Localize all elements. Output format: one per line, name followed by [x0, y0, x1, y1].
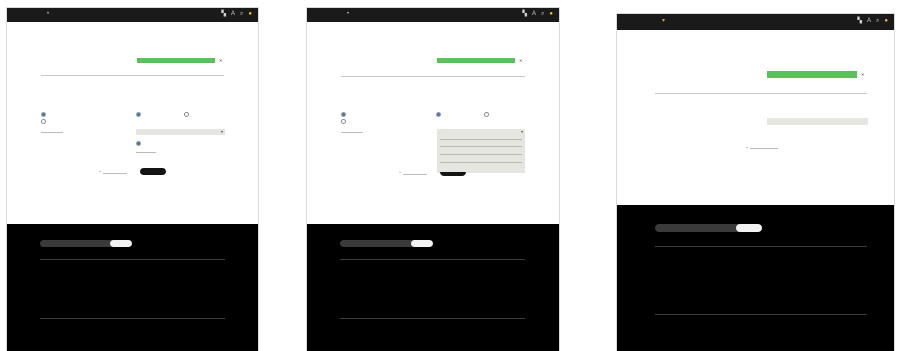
cart-icon[interactable]: ▚: [857, 18, 862, 24]
footer-divider-top: [655, 246, 867, 247]
close-icon[interactable]: ✕: [861, 73, 864, 77]
header-icons: ▚ A ⌕ ●: [221, 11, 252, 17]
selected-option-bar[interactable]: [437, 58, 515, 63]
top-nav-bar: • ▚ A ⌕ ●: [7, 8, 258, 22]
sun-icon[interactable]: ●: [248, 11, 252, 17]
sun-icon[interactable]: ●: [549, 11, 553, 17]
header-icons: ▚ A ⌕ ●: [857, 18, 888, 24]
back-link-underline: [750, 148, 778, 149]
close-icon[interactable]: ✕: [519, 59, 522, 63]
search-icon[interactable]: ⌕: [541, 11, 544, 17]
logo-icon[interactable]: •: [347, 11, 349, 17]
close-icon[interactable]: ✕: [219, 59, 222, 63]
footer-submit-button[interactable]: [411, 240, 433, 247]
logo-icon[interactable]: ▾: [662, 18, 665, 24]
user-icon[interactable]: A: [867, 18, 871, 24]
radio-option-a[interactable]: [436, 112, 441, 117]
footer-divider-bottom: [655, 314, 867, 315]
screen-1: • ▚ A ⌕ ● ✕ ▾ ◂: [7, 8, 258, 351]
back-link[interactable]: ◂: [99, 170, 101, 173]
radio-option-2[interactable]: [341, 119, 346, 124]
sub-field-underline[interactable]: [136, 152, 156, 153]
footer-submit-button[interactable]: [110, 240, 132, 247]
footer-submit-button[interactable]: [736, 224, 762, 232]
search-icon[interactable]: ⌕: [240, 11, 243, 17]
submit-button[interactable]: [440, 172, 466, 176]
radio-option-1[interactable]: [341, 112, 346, 117]
radio-option-2[interactable]: [41, 119, 46, 124]
search-icon[interactable]: ⌕: [876, 18, 879, 24]
radio-option-a[interactable]: [136, 112, 141, 117]
footer: [617, 205, 894, 351]
section-divider: [655, 93, 867, 94]
radio-option-b[interactable]: [484, 112, 489, 117]
header-icons: ▚ A ⌕ ●: [522, 11, 553, 17]
screen-2: • ▚ A ⌕ ● ✕ ▾ ◂: [307, 8, 559, 351]
user-icon[interactable]: A: [532, 11, 536, 17]
chevron-down-icon: ▾: [520, 129, 523, 134]
chevron-down-icon: ▾: [220, 129, 223, 134]
dropdown-select[interactable]: ▾: [136, 129, 225, 135]
text-field-underline[interactable]: [41, 132, 63, 133]
radio-option-b[interactable]: [184, 112, 189, 117]
back-link-underline: [103, 173, 127, 174]
back-link[interactable]: ◂: [399, 171, 401, 174]
dropdown-select[interactable]: [767, 118, 868, 125]
top-nav-bar: ▾ ▚ A ⌕ ●: [617, 14, 894, 30]
dropdown-menu-open[interactable]: ▾: [437, 129, 525, 173]
section-divider: [341, 76, 525, 77]
cart-icon[interactable]: ▚: [522, 11, 527, 17]
footer-divider-top: [40, 259, 225, 260]
dropdown-option-2[interactable]: [440, 146, 522, 147]
dropdown-option-4[interactable]: [440, 162, 522, 163]
screenshot-strip: { "app": { "title": "" }, "icons": [ { "…: [0, 0, 900, 351]
radio-option-c[interactable]: [136, 141, 141, 146]
footer: [307, 224, 559, 351]
sun-icon[interactable]: ●: [884, 18, 888, 24]
footer: [7, 224, 258, 351]
screen-3: ▾ ▚ A ⌕ ● ✕ ◂: [617, 14, 894, 351]
radio-option-1[interactable]: [41, 112, 46, 117]
text-field-underline[interactable]: [341, 132, 363, 133]
top-nav-bar: • ▚ A ⌕ ●: [307, 8, 559, 22]
dropdown-option-1[interactable]: [440, 139, 522, 140]
footer-divider-top: [340, 259, 525, 260]
selected-option-bar[interactable]: [767, 71, 857, 78]
back-link[interactable]: ◂: [746, 146, 748, 149]
footer-divider-bottom: [340, 318, 525, 319]
user-icon[interactable]: A: [231, 11, 235, 17]
back-link-underline: [403, 174, 427, 175]
cart-icon[interactable]: ▚: [221, 11, 226, 17]
selected-option-bar[interactable]: [137, 58, 215, 63]
section-divider: [41, 75, 224, 76]
submit-button[interactable]: [140, 168, 166, 175]
footer-divider-bottom: [40, 318, 225, 319]
dropdown-option-3[interactable]: [440, 154, 522, 155]
logo-icon[interactable]: •: [47, 11, 49, 17]
